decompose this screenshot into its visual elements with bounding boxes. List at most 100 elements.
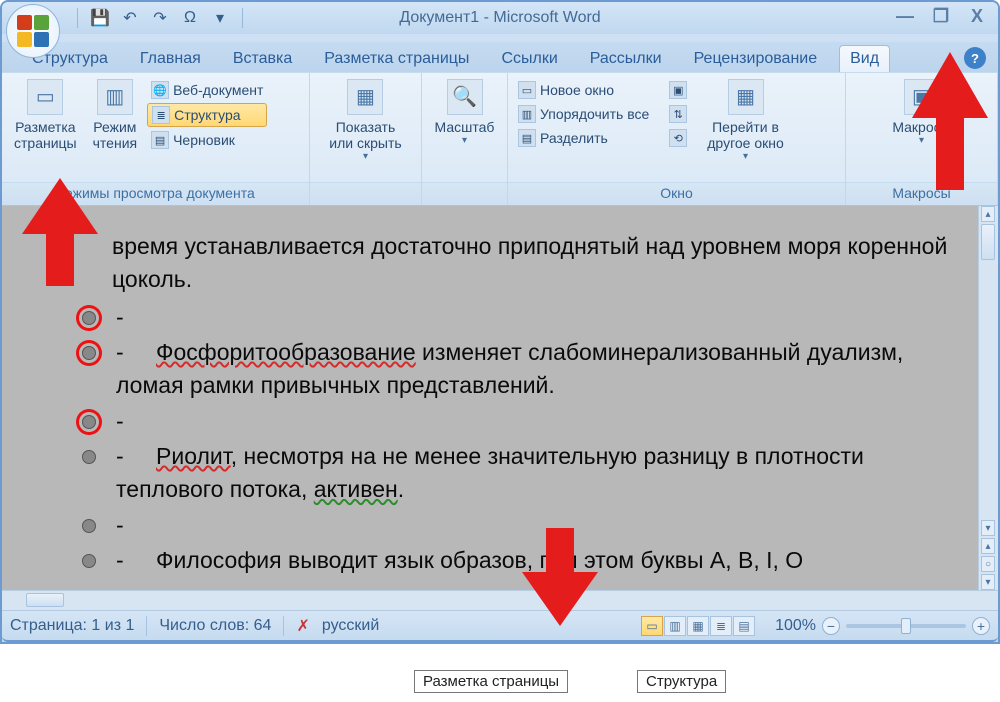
print-layout-button[interactable]: ▭ Разметка страницы [8, 77, 83, 153]
print-layout-shortcut[interactable]: ▭ [641, 616, 663, 636]
vertical-scrollbar[interactable]: ▴ ▾ ▴ ○ ▾ [978, 206, 998, 590]
outline-bullet[interactable] [82, 415, 96, 429]
outline-text: -Фосфоритообразование изменяет слабомине… [116, 336, 968, 403]
split-icon: ▤ [518, 129, 536, 147]
minimize-button[interactable]: — [892, 6, 918, 27]
group-views-label: Режимы просмотра документа [2, 182, 309, 205]
ribbon-tabs: Структура Главная Вставка Разметка стран… [2, 42, 998, 72]
prev-page-icon[interactable]: ▴ [981, 538, 995, 554]
zoom-slider[interactable] [846, 624, 966, 628]
horizontal-scrollbar[interactable] [2, 590, 998, 610]
zoom-in-icon[interactable]: + [972, 617, 990, 635]
body-text: время устанавливается достаточно приподн… [112, 230, 968, 297]
outline-row: -Философия выводит язык образов, при это… [112, 544, 968, 577]
scroll-down-icon[interactable]: ▾ [981, 520, 995, 536]
zoom-knob[interactable] [901, 618, 911, 634]
outline-icon: ≣ [152, 106, 170, 124]
word-count[interactable]: Число слов: 64 [159, 617, 271, 635]
tooltip-outline: Структура [637, 670, 726, 693]
show-hide-button[interactable]: ▦ Показать или скрыть ▾ [323, 77, 407, 165]
sync-icon: ⇅ [669, 105, 687, 123]
quick-access-toolbar: 💾 ↶ ↷ Ω ▾ [74, 7, 246, 29]
tooltip-print-layout: Разметка страницы [414, 670, 568, 693]
draft-shortcut[interactable]: ▤ [733, 616, 755, 636]
tab-mailings[interactable]: Рассылки [580, 46, 672, 72]
outline-shortcut[interactable]: ≣ [710, 616, 732, 636]
outline-bullet[interactable] [82, 311, 96, 325]
outline-row: - [112, 301, 968, 334]
group-window-label: Окно [508, 182, 845, 205]
ribbon: ▭ Разметка страницы ▥ Режим чтения 🌐Веб-… [2, 72, 998, 206]
undo-icon[interactable]: ↶ [119, 7, 141, 29]
symbol-icon[interactable]: Ω [179, 7, 201, 29]
scroll-up-icon[interactable]: ▴ [981, 206, 995, 222]
tab-review[interactable]: Рецензирование [684, 46, 828, 72]
arrange-icon: ▥ [518, 105, 536, 123]
tab-view[interactable]: Вид [839, 45, 890, 72]
browse-object-icon[interactable]: ○ [981, 556, 995, 572]
zoom-level[interactable]: 100% [775, 617, 816, 635]
tab-references[interactable]: Ссылки [491, 46, 567, 72]
windows-icon: ▦ [728, 79, 764, 115]
magnifier-icon: 🔍 [447, 79, 483, 115]
ruler-icon: ▦ [347, 79, 383, 115]
switch-windows-button[interactable]: ▦ Перейти в другое окно ▾ [701, 77, 790, 165]
split-button[interactable]: ▤Разделить [514, 127, 653, 149]
outline-text: -Философия выводит язык образов, при это… [116, 544, 968, 577]
office-button[interactable] [6, 4, 60, 58]
outline-bullet[interactable] [82, 450, 96, 464]
tab-home[interactable]: Главная [130, 46, 211, 72]
qat-dropdown-icon[interactable]: ▾ [209, 7, 231, 29]
document-area[interactable]: время устанавливается достаточно приподн… [2, 206, 998, 590]
outline-text: - [116, 301, 968, 334]
page-indicator[interactable]: Страница: 1 из 1 [10, 617, 134, 635]
close-button[interactable]: X [964, 6, 990, 27]
macros-button[interactable]: ▣ Макросы ▾ [886, 77, 956, 149]
outline-view-button[interactable]: ≣Структура [147, 103, 267, 127]
outline-row: - [112, 405, 968, 438]
side-by-side-button[interactable]: ▣ [665, 79, 691, 101]
outline-text: -Риолит, несмотря на не менее значительн… [116, 440, 968, 507]
outline-bullet[interactable] [82, 519, 96, 533]
outline-row: -Риолит, несмотря на не менее значительн… [112, 440, 968, 507]
maximize-button[interactable]: ❐ [928, 6, 954, 27]
reset-icon: ⟲ [669, 129, 687, 147]
web-layout-shortcut[interactable]: ▦ [687, 616, 709, 636]
outline-bullet[interactable] [82, 346, 96, 360]
compare-icon: ▣ [669, 81, 687, 99]
outline-row: - [112, 509, 968, 542]
outline-bullet[interactable] [82, 554, 96, 568]
globe-icon: 🌐 [151, 81, 169, 99]
redo-icon[interactable]: ↷ [149, 7, 171, 29]
sync-scroll-button[interactable]: ⇅ [665, 103, 691, 125]
window-controls: — ❐ X [892, 6, 990, 27]
arrange-all-button[interactable]: ▥Упорядочить все [514, 103, 653, 125]
zoom-button[interactable]: 🔍 Масштаб ▾ [429, 77, 501, 149]
save-icon[interactable]: 💾 [89, 7, 111, 29]
tab-insert[interactable]: Вставка [223, 46, 302, 72]
window-new-icon: ▭ [518, 81, 536, 99]
language-indicator[interactable]: русский [322, 617, 379, 635]
next-page-icon[interactable]: ▾ [981, 574, 995, 590]
macros-icon: ▣ [904, 79, 940, 115]
view-shortcuts: ▭ ▥ ▦ ≣ ▤ [641, 616, 755, 636]
tab-page-layout[interactable]: Разметка страницы [314, 46, 479, 72]
reading-layout-shortcut[interactable]: ▥ [664, 616, 686, 636]
scroll-thumb[interactable] [981, 224, 995, 260]
outline-row: -Фосфоритообразование изменяет слабомине… [112, 336, 968, 403]
zoom-out-icon[interactable]: − [822, 617, 840, 635]
web-layout-button[interactable]: 🌐Веб-документ [147, 79, 267, 101]
hscroll-thumb[interactable] [26, 593, 64, 607]
titlebar: 💾 ↶ ↷ Ω ▾ Документ1 - Microsoft Word — ❐… [2, 2, 998, 34]
book-icon: ▥ [97, 79, 133, 115]
new-window-button[interactable]: ▭Новое окно [514, 79, 653, 101]
draft-view-button[interactable]: ▤Черновик [147, 129, 267, 151]
reset-position-button[interactable]: ⟲ [665, 127, 691, 149]
reading-layout-button[interactable]: ▥ Режим чтения [87, 77, 143, 153]
office-logo-icon [17, 15, 49, 47]
proofing-icon[interactable]: ✗ [296, 616, 309, 636]
draft-icon: ▤ [151, 131, 169, 149]
page-icon: ▭ [27, 79, 63, 115]
status-bar: Страница: 1 из 1 Число слов: 64 ✗ русски… [2, 610, 998, 642]
help-icon[interactable]: ? [964, 47, 986, 69]
